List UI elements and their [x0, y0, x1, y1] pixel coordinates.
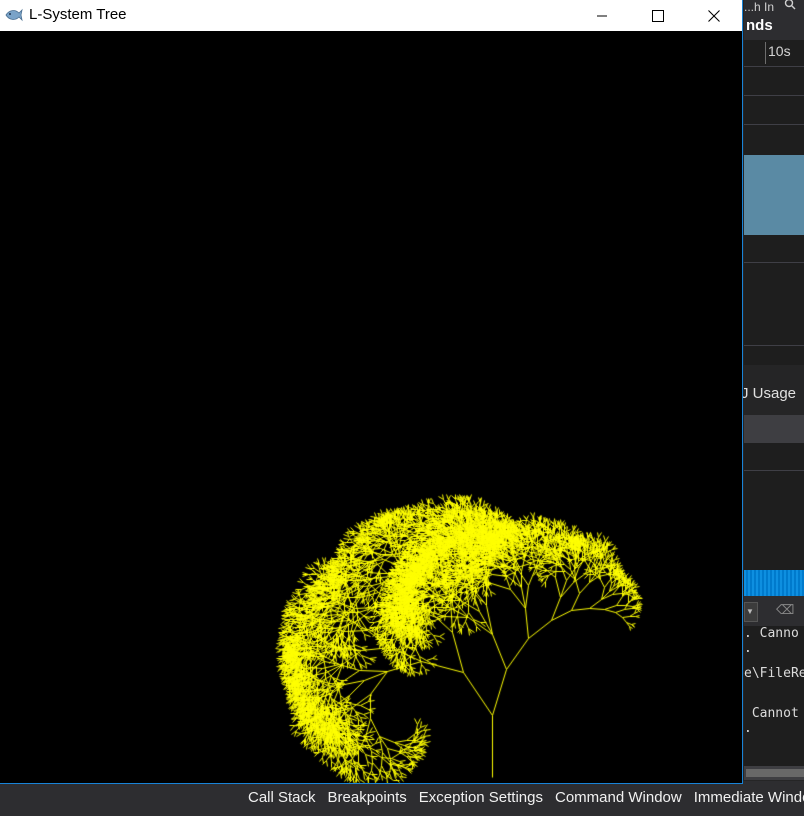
- divider: [744, 345, 804, 346]
- tab-breakpoints[interactable]: Breakpoints: [322, 789, 413, 806]
- output-line: .: [744, 721, 752, 736]
- close-icon: [708, 9, 720, 22]
- output-line: . Canno: [744, 626, 799, 641]
- output-pane: [744, 626, 804, 766]
- window-title: L-System Tree: [29, 6, 127, 23]
- output-line: e\FileRep: [744, 666, 804, 681]
- output-line: .: [744, 641, 752, 656]
- ide-gray-band: [744, 415, 804, 443]
- lsystem-tree-canvas: [0, 35, 742, 783]
- output-line: Cannot: [744, 706, 799, 721]
- divider: [744, 95, 804, 96]
- clear-output-icon[interactable]: ⌫: [776, 602, 794, 620]
- ruler-tick: [765, 42, 766, 64]
- divider: [744, 470, 804, 471]
- fish-icon: [5, 8, 23, 22]
- window-titlebar[interactable]: L-System Tree: [0, 0, 742, 31]
- minimize-icon: [597, 15, 607, 16]
- ide-panel-heading: nds: [746, 17, 773, 34]
- cpu-usage-label: J Usage: [741, 385, 797, 402]
- tab-immediate-window[interactable]: Immediate Window: [688, 789, 804, 806]
- output-panel-titlebar[interactable]: [744, 570, 804, 596]
- maximize-button[interactable]: [630, 0, 686, 31]
- search-icon[interactable]: [784, 0, 796, 10]
- divider: [744, 124, 804, 125]
- tab-exception-settings[interactable]: Exception Settings: [413, 789, 549, 806]
- lsystem-window: L-System Tree: [0, 0, 743, 784]
- tool-window-tabs: Call Stack Breakpoints Exception Setting…: [242, 789, 804, 806]
- tab-command-window[interactable]: Command Window: [549, 789, 688, 806]
- ide-top-cut-text: ...h In: [744, 0, 775, 14]
- divider: [744, 262, 804, 263]
- ruler-label: 10s: [768, 43, 791, 59]
- scrollbar-thumb[interactable]: [746, 769, 804, 777]
- maximize-icon: [652, 9, 664, 22]
- close-button[interactable]: [686, 0, 742, 31]
- ide-usage-area: [744, 443, 804, 570]
- minimize-button[interactable]: [574, 0, 630, 31]
- memory-graph-fill: [744, 155, 804, 235]
- tab-call-stack[interactable]: Call Stack: [242, 789, 322, 806]
- ide-timeline-area: [744, 67, 804, 155]
- chevron-down-icon[interactable]: ▼: [746, 607, 754, 616]
